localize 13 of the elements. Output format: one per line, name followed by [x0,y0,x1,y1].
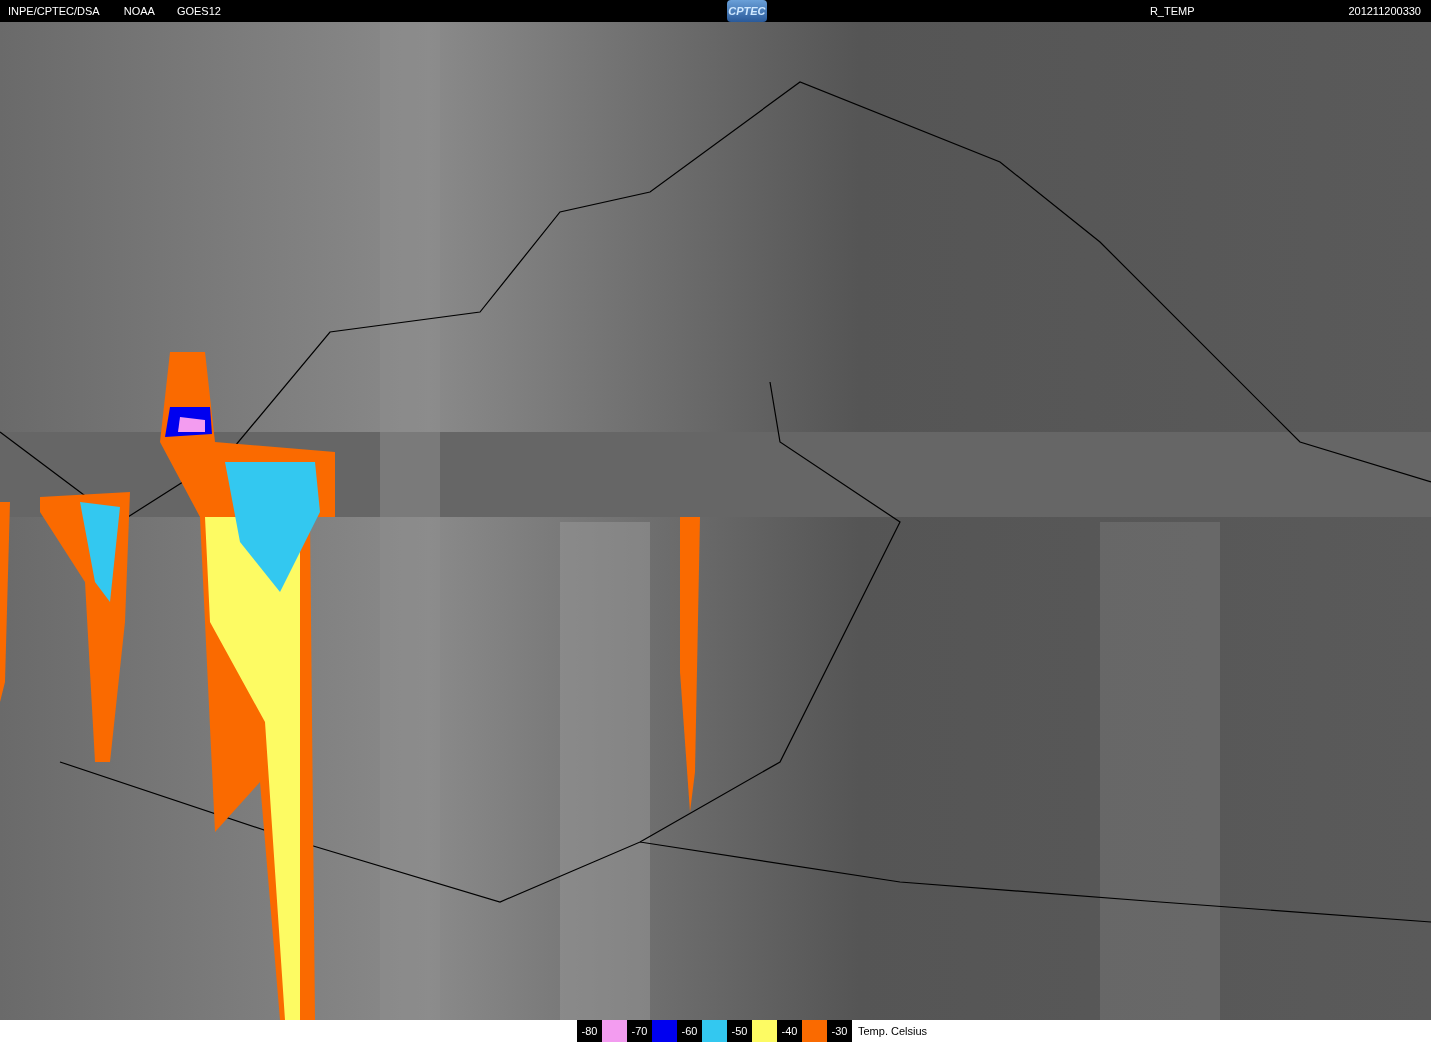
legend-label: -40 [777,1020,802,1042]
logo: CPTEC [726,0,767,22]
legend-label: -50 [727,1020,752,1042]
source-label: INPE/CPTEC/DSA [8,3,100,19]
legend-label: -70 [627,1020,652,1042]
timestamp-label: 201211200330 [1348,3,1421,19]
legend-label: -60 [677,1020,702,1042]
satellite-label: GOES12 [176,3,221,19]
legend-unit-label: Temp. Celsius [858,1023,928,1039]
legend-label: -30 [827,1020,852,1042]
agency-label: NOAA [123,3,155,19]
legend-label: -80 [577,1020,602,1042]
product-label: R_TEMP [1149,3,1195,19]
